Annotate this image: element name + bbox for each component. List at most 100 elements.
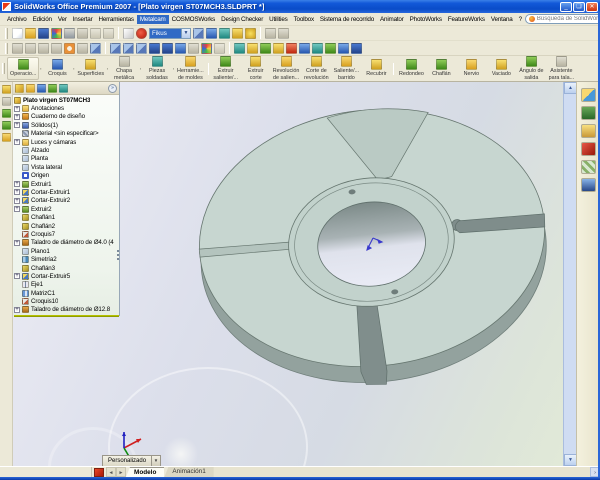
- tree-item-chaflan1[interactable]: Chaflán1: [14, 213, 119, 222]
- shaded-with-edges-icon[interactable]: [149, 42, 160, 54]
- extrude-cut-button[interactable]: Extruir corte: [241, 55, 271, 81]
- configuration-manager-tab-icon[interactable]: [37, 83, 46, 93]
- expand-icon[interactable]: [14, 113, 20, 120]
- rib-button[interactable]: Nervio: [456, 58, 486, 78]
- close-button[interactable]: ✕: [586, 1, 598, 12]
- rollback-bar[interactable]: [14, 315, 119, 318]
- tree-item-luces[interactable]: Luces y cámaras: [14, 138, 119, 146]
- pan-icon[interactable]: [77, 42, 88, 54]
- loft-button[interactable]: Recubrir: [361, 58, 391, 78]
- tree-item-croquis7[interactable]: Croquis7: [14, 230, 119, 238]
- menu-metalcam[interactable]: Metalcam: [136, 14, 169, 24]
- hidden-lines-visible-icon[interactable]: [123, 42, 134, 54]
- zoom-area-icon[interactable]: [25, 42, 36, 54]
- measure-icon[interactable]: [247, 42, 258, 54]
- scene-icon[interactable]: [286, 42, 297, 54]
- menu-utilities[interactable]: Utilities: [266, 15, 291, 24]
- line-icon[interactable]: [1, 97, 11, 106]
- document-recovery-icon[interactable]: [581, 178, 596, 192]
- view-orientation-button[interactable]: Personalizado ▼: [102, 455, 162, 466]
- tab-scroll-left-icon[interactable]: ◄: [106, 467, 116, 477]
- expand-icon[interactable]: [14, 181, 20, 188]
- chevron-down-icon[interactable]: ▼: [152, 455, 162, 466]
- tab-animacion1[interactable]: Animación1: [164, 467, 214, 477]
- minimize-button[interactable]: _: [560, 1, 572, 12]
- panel-chevron-icon[interactable]: »: [108, 83, 117, 93]
- tab-piezas-soldadas[interactable]: Piezas soldadas: [142, 55, 172, 81]
- design-library-icon[interactable]: [581, 106, 596, 120]
- shell-button[interactable]: Vaciado: [486, 58, 516, 78]
- menu-ventana[interactable]: Ventana: [488, 15, 516, 24]
- save-icon[interactable]: [38, 27, 49, 39]
- point-icon[interactable]: [1, 121, 11, 130]
- property-manager-tab-icon[interactable]: [26, 83, 35, 93]
- tree-item-taladro-4[interactable]: Taladro de diámetro de Ø4.0 (4: [14, 239, 119, 247]
- feature-tree-tab-icon[interactable]: [15, 83, 24, 93]
- select-arrow-icon[interactable]: [123, 27, 134, 39]
- tree-item-matrizc1[interactable]: MatrizC1: [14, 289, 119, 297]
- zoom-in-out-icon[interactable]: [38, 42, 49, 54]
- expand-icon[interactable]: [14, 306, 20, 313]
- extrude-boss-button[interactable]: Extruir saliente/...: [211, 55, 241, 81]
- curvature-icon[interactable]: [214, 42, 225, 54]
- tree-item-eje1[interactable]: Eje1: [14, 281, 119, 289]
- expand-icon[interactable]: [14, 189, 20, 196]
- smart-dimension-icon[interactable]: [299, 42, 310, 54]
- fikus-logo-icon[interactable]: [136, 27, 147, 39]
- redo-icon[interactable]: [103, 27, 114, 39]
- menu-archivo[interactable]: Archivo: [4, 15, 30, 24]
- tree-item-cortar-extruir5[interactable]: Cortar-Extruir5: [14, 272, 119, 280]
- expand-icon[interactable]: [14, 239, 20, 246]
- tree-item-planta[interactable]: Planta: [14, 155, 119, 163]
- undo-icon[interactable]: [90, 27, 101, 39]
- zoom-selection-icon[interactable]: [51, 42, 62, 54]
- colors-icon[interactable]: [201, 42, 212, 54]
- tab-chapa-metalica[interactable]: Chapa metálica: [109, 55, 139, 81]
- dimxpert-tab-icon[interactable]: [48, 83, 57, 93]
- options-icon[interactable]: [278, 27, 289, 39]
- solidworks-search-box[interactable]: Búsqueda de SolidWorks: [524, 14, 600, 24]
- menu-ver[interactable]: Ver: [55, 15, 70, 24]
- expand-icon[interactable]: [14, 139, 20, 146]
- make-drawing-icon[interactable]: [51, 27, 62, 39]
- tree-item-cortar-extruir1[interactable]: Cortar-Extruir1: [14, 188, 119, 196]
- geometry-icon[interactable]: [193, 27, 204, 39]
- shaded-icon[interactable]: [162, 42, 173, 54]
- tree-item-solidos[interactable]: Sólidos(1): [14, 121, 119, 129]
- tree-item-chaflan3[interactable]: Chaflán3: [14, 264, 119, 272]
- fillet-button[interactable]: Redondeo: [396, 58, 426, 78]
- menu-insertar[interactable]: Insertar: [70, 15, 96, 24]
- menu-cosmosworks[interactable]: COSMOSWorks: [169, 15, 219, 24]
- solidworks-resources-icon[interactable]: [581, 88, 596, 102]
- section-view-icon[interactable]: [188, 42, 199, 54]
- menu-edicion[interactable]: Edición: [30, 15, 55, 24]
- tree-item-extruir2[interactable]: Extruir2: [14, 205, 119, 213]
- tree-item-alzado[interactable]: Alzado: [14, 146, 119, 155]
- tab-herramientas-moldes[interactable]: Herramie... de moldes: [175, 55, 206, 81]
- tree-item-chaflan2[interactable]: Chaflán2: [14, 222, 119, 230]
- simulate-icon[interactable]: [219, 27, 230, 39]
- sweep-button[interactable]: Saliente/... barrido: [331, 55, 361, 81]
- hidden-lines-removed-icon[interactable]: [136, 42, 147, 54]
- reference-geometry-icon[interactable]: [1, 133, 11, 142]
- draft-button[interactable]: Ángulo de salida: [516, 55, 546, 81]
- appearance-icon[interactable]: [273, 42, 284, 54]
- zoom-fit-icon[interactable]: [12, 42, 23, 54]
- sketch-icon[interactable]: [1, 85, 11, 94]
- tab-operaciones[interactable]: Operacio...: [7, 57, 40, 80]
- print-preview-icon[interactable]: [77, 27, 88, 39]
- display-manager-tab-icon[interactable]: [59, 83, 68, 93]
- toolpath-icon[interactable]: [206, 27, 217, 39]
- tab-superficies[interactable]: Superficies: [75, 58, 106, 78]
- postprocess-icon[interactable]: [232, 27, 243, 39]
- wireframe-icon[interactable]: [110, 42, 121, 54]
- rebuild-icon[interactable]: [265, 27, 276, 39]
- standard-views-icon[interactable]: [90, 42, 101, 54]
- motion-manager-icon[interactable]: [94, 468, 104, 477]
- menu-featureworks[interactable]: FeatureWorks: [445, 15, 488, 24]
- task-scheduler-icon[interactable]: [351, 42, 362, 54]
- tab-modelo[interactable]: Modelo: [126, 467, 165, 477]
- faceplate-part[interactable]: [187, 93, 561, 403]
- menu-design-checker[interactable]: Design Checker: [218, 15, 266, 24]
- tree-item-taladro-12[interactable]: Taladro de diámetro de Ø12.8: [14, 306, 119, 314]
